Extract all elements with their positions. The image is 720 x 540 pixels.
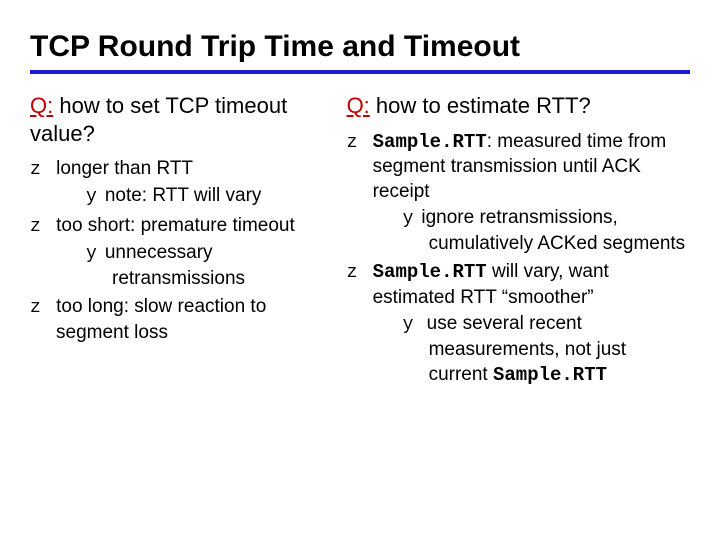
right-b1s1: ignore retransmissions, cumulatively ACK…: [421, 207, 685, 253]
right-b2-code: Sample.RTT: [373, 261, 487, 283]
right-question: Q: how to estimate RTT?: [347, 92, 690, 120]
left-question: Q: how to set TCP timeout value?: [30, 92, 323, 147]
left-b3: too long: slow reaction to segment loss: [56, 296, 266, 342]
sub-list: unnecessary retransmissions: [86, 241, 323, 291]
sub-list: note: RTT will vary: [86, 184, 323, 209]
slide: TCP Round Trip Time and Timeout Q: how t…: [0, 0, 720, 540]
list-item: use several recent measurements, not jus…: [403, 312, 690, 387]
slide-title: TCP Round Trip Time and Timeout: [30, 20, 690, 64]
list-item: too short: premature timeout unnecessary…: [30, 214, 323, 291]
sub-list: ignore retransmissions, cumulatively ACK…: [403, 206, 690, 256]
list-item: Sample.RTT: measured time from segment t…: [347, 130, 690, 257]
right-b1-code: Sample.RTT: [373, 131, 487, 153]
list-item: ignore retransmissions, cumulatively ACK…: [403, 206, 690, 256]
right-b2s1-code: Sample.RTT: [493, 364, 607, 386]
left-b1s1: note: RTT will vary: [105, 185, 262, 206]
list-item: Sample.RTT will vary, want estimated RTT…: [347, 260, 690, 387]
q-label-right: Q:: [347, 93, 370, 118]
list-item: note: RTT will vary: [86, 184, 323, 209]
right-column: Q: how to estimate RTT? Sample.RTT: meas…: [347, 92, 690, 391]
q-label-left: Q:: [30, 93, 53, 118]
left-list: longer than RTT note: RTT will vary too …: [30, 157, 323, 345]
left-question-text: how to set TCP timeout value?: [30, 93, 287, 146]
right-question-text: how to estimate RTT?: [370, 93, 591, 118]
list-item: unnecessary retransmissions: [86, 241, 323, 291]
left-b1: longer than RTT: [56, 158, 193, 179]
left-column: Q: how to set TCP timeout value? longer …: [30, 92, 323, 391]
right-list: Sample.RTT: measured time from segment t…: [347, 130, 690, 388]
list-item: longer than RTT note: RTT will vary: [30, 157, 323, 210]
left-b2s1: unnecessary retransmissions: [105, 242, 245, 288]
sub-list: use several recent measurements, not jus…: [403, 312, 690, 387]
title-underline: [30, 70, 690, 74]
columns: Q: how to set TCP timeout value? longer …: [30, 92, 690, 391]
left-b2: too short: premature timeout: [56, 215, 295, 236]
list-item: too long: slow reaction to segment loss: [30, 295, 323, 345]
